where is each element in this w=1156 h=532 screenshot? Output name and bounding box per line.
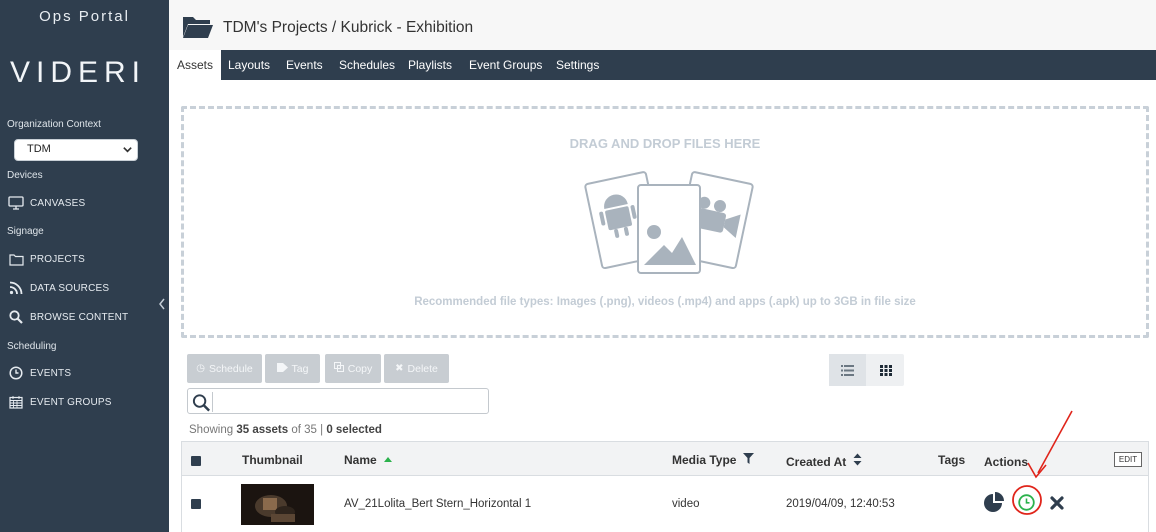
search-icon [192,392,213,412]
monitor-icon [8,195,24,211]
sidebar-item-data-sources[interactable]: DATA SOURCES [8,279,109,297]
sidebar-item-browse-content[interactable]: BROWSE CONTENT [8,308,128,326]
showing-prefix: Showing [189,424,234,436]
org-context-label: Organization Context [7,119,101,130]
tab-assets[interactable]: Assets [169,50,222,80]
asset-name[interactable]: AV_21Lolita_Bert Stern_Horizontal 1 [344,498,531,510]
column-name-label: Name [344,453,377,467]
tab-settings[interactable]: Settings [556,50,599,80]
schedule-clock-icon[interactable] [1018,494,1035,511]
sidebar-item-label: CANVASES [30,197,86,209]
file-dropzone[interactable]: DRAG AND DROP FILES HERE Recommended fil… [181,106,1149,338]
column-media-type-label: Media Type [672,453,737,467]
table-row[interactable]: AV_21Lolita_Bert Stern_Horizontal 1 vide… [182,477,1148,532]
column-name[interactable]: Name [344,453,393,467]
chevron-down-icon [123,147,132,153]
selected-count: 0 selected [326,424,382,436]
select-all-checkbox[interactable] [191,456,201,466]
copy-button-label: Copy [347,362,373,375]
close-icon: ✖ [395,363,404,374]
delete-icon[interactable] [1050,496,1064,510]
scheduling-label: Scheduling [7,341,57,352]
folder-icon [8,251,24,267]
assets-table: Thumbnail Name Media Type Created At Tag… [181,441,1149,532]
column-tags: Tags [938,453,966,467]
assets-count: 35 assets [236,424,289,436]
media-types-illustration-icon [584,171,754,274]
clock-icon: ◷ [196,363,205,374]
search-icon [8,309,24,325]
sidebar-item-label: DATA SOURCES [30,282,110,294]
rss-icon [8,280,24,296]
edit-columns-button[interactable]: EDIT [1114,452,1142,467]
tab-playlists[interactable]: Playlists [408,50,452,80]
summary-separator: | [320,424,324,436]
dropzone-title: DRAG AND DROP FILES HERE [569,136,761,151]
table-header: Thumbnail Name Media Type Created At Tag… [182,442,1148,476]
sidebar-item-event-groups[interactable]: EVENT GROUPS [8,393,112,411]
sidebar-item-label: EVENT GROUPS [30,396,112,408]
schedule-button[interactable]: ◷ Schedule [187,354,262,383]
tab-schedules[interactable]: Schedules [339,50,395,80]
tab-bar: Assets Layouts Events Schedules Playlist… [169,50,1156,80]
sidebar: Ops Portal VIDERI Organization Context T… [0,0,169,532]
total-count: of 35 [291,424,317,436]
open-folder-icon [183,17,213,38]
signage-label: Signage [7,226,44,237]
copy-icon [333,362,344,375]
results-summary: Showing 35 assets of 35 | 0 selected [189,424,382,436]
video-thumbnail-image [241,484,314,525]
asset-created-at: 2019/04/09, 12:40:53 [786,498,895,510]
row-checkbox[interactable] [191,499,201,509]
delete-button-label: Delete [407,362,438,375]
grid-view-button[interactable] [867,354,904,386]
org-select-value: TDM [27,143,51,155]
sidebar-item-label: EVENTS [30,367,72,379]
column-actions: Actions [984,455,1029,469]
tab-layouts[interactable]: Layouts [228,50,270,80]
sidebar-item-label: BROWSE CONTENT [30,311,129,323]
sidebar-item-label: PROJECTS [30,253,85,265]
asset-search [187,388,489,414]
column-created-at-label: Created At [786,455,847,469]
calendar-icon [8,394,24,410]
tag-button-label: Tag [291,362,309,375]
analytics-pie-icon[interactable] [983,492,1004,513]
delete-button[interactable]: ✖ Delete [384,354,449,383]
clock-icon [8,365,24,381]
page-header: TDM's Projects / Kubrick - Exhibition [169,0,1156,50]
column-media-type[interactable]: Media Type [672,453,754,467]
videri-logo[interactable]: VIDERI [0,56,156,90]
column-thumbnail: Thumbnail [242,453,303,467]
filter-icon [742,453,754,464]
tag-icon [276,362,288,375]
organization-select[interactable]: TDM [14,139,138,161]
schedule-button-label: Schedule [208,362,253,375]
view-toggle [829,354,904,386]
tab-event-groups[interactable]: Event Groups [469,50,542,80]
tab-events[interactable]: Events [286,50,323,80]
breadcrumb-title[interactable]: TDM's Projects / Kubrick - Exhibition [223,19,473,37]
collapse-sidebar-icon[interactable] [157,297,167,311]
sort-ascending-icon [384,457,393,462]
devices-label: Devices [7,170,43,181]
sidebar-item-events[interactable]: EVENTS [8,364,71,382]
dropzone-hint: Recommended file types: Images (.png), v… [414,296,916,308]
list-view-button[interactable] [829,354,866,386]
grid-icon [879,364,892,376]
tag-button[interactable]: Tag [265,354,320,383]
copy-button[interactable]: Copy [325,354,381,383]
sidebar-item-projects[interactable]: PROJECTS [8,250,85,268]
asset-thumbnail[interactable] [241,484,314,525]
portal-title: Ops Portal [39,8,130,25]
sort-icon [853,453,862,466]
column-created-at[interactable]: Created At [786,453,862,469]
asset-media-type: video [672,498,700,510]
list-icon [841,364,854,376]
sidebar-item-canvases[interactable]: CANVASES [8,194,85,212]
search-input[interactable] [220,392,480,410]
